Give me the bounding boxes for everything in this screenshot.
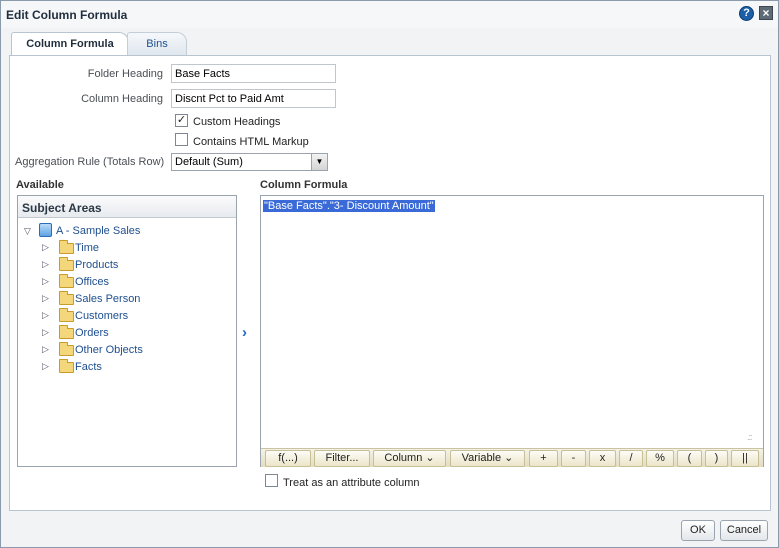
- contains-html-label: Contains HTML Markup: [193, 136, 309, 148]
- custom-headings-checkbox[interactable]: ✓: [175, 114, 188, 127]
- aggregation-rule-label: Aggregation Rule (Totals Row): [15, 156, 165, 168]
- concat-button[interactable]: ||: [731, 450, 759, 467]
- folder-icon: [59, 325, 74, 339]
- dialog-title: Edit Column Formula: [6, 8, 128, 22]
- close-icon[interactable]: ×: [759, 6, 773, 20]
- column-heading-field[interactable]: Discnt Pct to Paid Amt: [171, 89, 336, 108]
- tab-bins[interactable]: Bins: [127, 32, 187, 56]
- expand-triangle-icon[interactable]: ▷: [42, 293, 49, 304]
- column-button[interactable]: Column ⌄: [373, 450, 446, 467]
- expand-triangle-icon[interactable]: ▷: [42, 276, 49, 287]
- expand-triangle-icon[interactable]: ▷: [42, 259, 49, 270]
- folder-heading-field[interactable]: Base Facts: [171, 64, 336, 83]
- percent-button[interactable]: %: [646, 450, 674, 467]
- tree-item-folder[interactable]: Customers: [75, 310, 128, 322]
- ok-button[interactable]: OK: [681, 520, 715, 541]
- formula-text[interactable]: "Base Facts"."3- Discount Amount": [263, 200, 435, 212]
- aggregation-rule-select[interactable]: Default (Sum) ▼: [171, 153, 328, 171]
- folder-icon: [59, 359, 74, 373]
- tree-root-subject-area[interactable]: A - Sample Sales: [56, 225, 140, 237]
- tree-item-folder[interactable]: Facts: [75, 361, 102, 373]
- resize-grip-icon[interactable]: .::: [747, 432, 752, 442]
- formula-editor[interactable]: "Base Facts"."3- Discount Amount" .:: f(…: [260, 195, 764, 467]
- minus-button[interactable]: -: [561, 450, 586, 467]
- tree-item-folder[interactable]: Offices: [75, 276, 109, 288]
- folder-icon: [59, 257, 74, 271]
- filter-button[interactable]: Filter...: [314, 450, 370, 467]
- close-paren-button[interactable]: ): [705, 450, 728, 467]
- tree-item-folder[interactable]: Other Objects: [75, 344, 143, 356]
- collapse-triangle-icon[interactable]: ▽: [24, 226, 31, 237]
- chevron-down-icon[interactable]: ▼: [311, 154, 327, 170]
- divide-button[interactable]: /: [619, 450, 643, 467]
- function-button[interactable]: f(...): [265, 450, 311, 467]
- tree-item-folder[interactable]: Sales Person: [75, 293, 140, 305]
- expand-triangle-icon[interactable]: ▷: [42, 327, 49, 338]
- tree-item-folder[interactable]: Time: [75, 242, 99, 254]
- available-heading: Available: [16, 179, 64, 191]
- attribute-column-label: Treat as an attribute column: [283, 477, 420, 489]
- folder-icon: [59, 308, 74, 322]
- cancel-button[interactable]: Cancel: [720, 520, 768, 541]
- aggregation-rule-value: Default (Sum): [175, 156, 243, 168]
- edit-column-formula-dialog: Edit Column Formula ? × Column Formula B…: [0, 0, 779, 548]
- tree-item-folder[interactable]: Products: [75, 259, 118, 271]
- folder-heading-label: Folder Heading: [87, 68, 163, 80]
- tree-item-folder[interactable]: Orders: [75, 327, 109, 339]
- subject-areas-title: Subject Areas: [18, 196, 236, 218]
- title-bar: Edit Column Formula ? ×: [1, 1, 778, 28]
- subject-area-cube-icon: [39, 223, 52, 237]
- open-paren-button[interactable]: (: [677, 450, 702, 467]
- multiply-button[interactable]: x: [589, 450, 616, 467]
- expand-triangle-icon[interactable]: ▷: [42, 344, 49, 355]
- folder-icon: [59, 342, 74, 356]
- folder-icon: [59, 274, 74, 288]
- plus-button[interactable]: +: [529, 450, 558, 467]
- folder-icon: [59, 291, 74, 305]
- expand-triangle-icon[interactable]: ▷: [42, 310, 49, 321]
- folder-icon: [59, 240, 74, 254]
- tab-strip: Column Formula Bins: [11, 32, 771, 56]
- attribute-column-checkbox[interactable]: [265, 474, 278, 487]
- custom-headings-label: Custom Headings: [193, 116, 281, 128]
- expand-triangle-icon[interactable]: ▷: [42, 361, 49, 372]
- variable-button[interactable]: Variable ⌄: [450, 450, 525, 467]
- formula-toolbar: f(...) Filter... Column ⌄ Variable ⌄ + -…: [261, 448, 763, 467]
- column-heading-label: Column Heading: [81, 93, 163, 105]
- expand-triangle-icon[interactable]: ▷: [42, 242, 49, 253]
- contains-html-checkbox[interactable]: [175, 133, 188, 146]
- tab-column-formula[interactable]: Column Formula: [11, 32, 129, 56]
- help-icon[interactable]: ?: [739, 6, 754, 21]
- move-right-icon[interactable]: ›: [242, 324, 247, 341]
- column-formula-heading: Column Formula: [260, 179, 348, 191]
